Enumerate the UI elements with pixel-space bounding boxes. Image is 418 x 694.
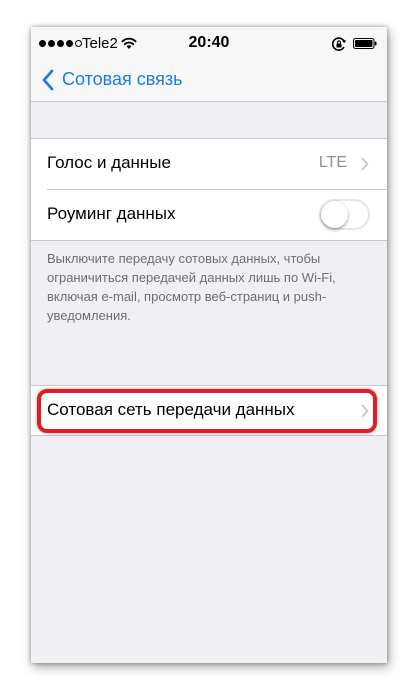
settings-group-cellular: Голос и данные LTE Роуминг данных (31, 138, 387, 241)
voice-and-data-value: LTE (318, 154, 347, 171)
chevron-right-icon (361, 157, 369, 171)
status-bar: Tele2 20:40 (31, 27, 387, 61)
data-roaming-label: Роуминг данных (47, 204, 176, 223)
voice-and-data-label: Голос и данные (47, 153, 171, 172)
battery-icon (353, 38, 377, 49)
data-roaming-toggle[interactable] (319, 199, 370, 230)
back-button[interactable]: Сотовая связь (62, 69, 183, 90)
data-roaming-row: Роуминг данных (31, 190, 387, 240)
navigation-bar: Сотовая связь (31, 61, 387, 102)
rotation-lock-icon (331, 37, 346, 51)
voice-and-data-row[interactable]: Голос и данные LTE (31, 139, 387, 190)
cellular-data-footer-note: Выключите передачу сотовых данных, чтобы… (47, 251, 336, 323)
chevron-left-icon[interactable] (41, 69, 55, 91)
toggle-knob (321, 201, 348, 228)
highlight-frame (37, 389, 377, 433)
phone-screen: Tele2 20:40 Сотовая связь Голос и данные… (31, 27, 387, 663)
